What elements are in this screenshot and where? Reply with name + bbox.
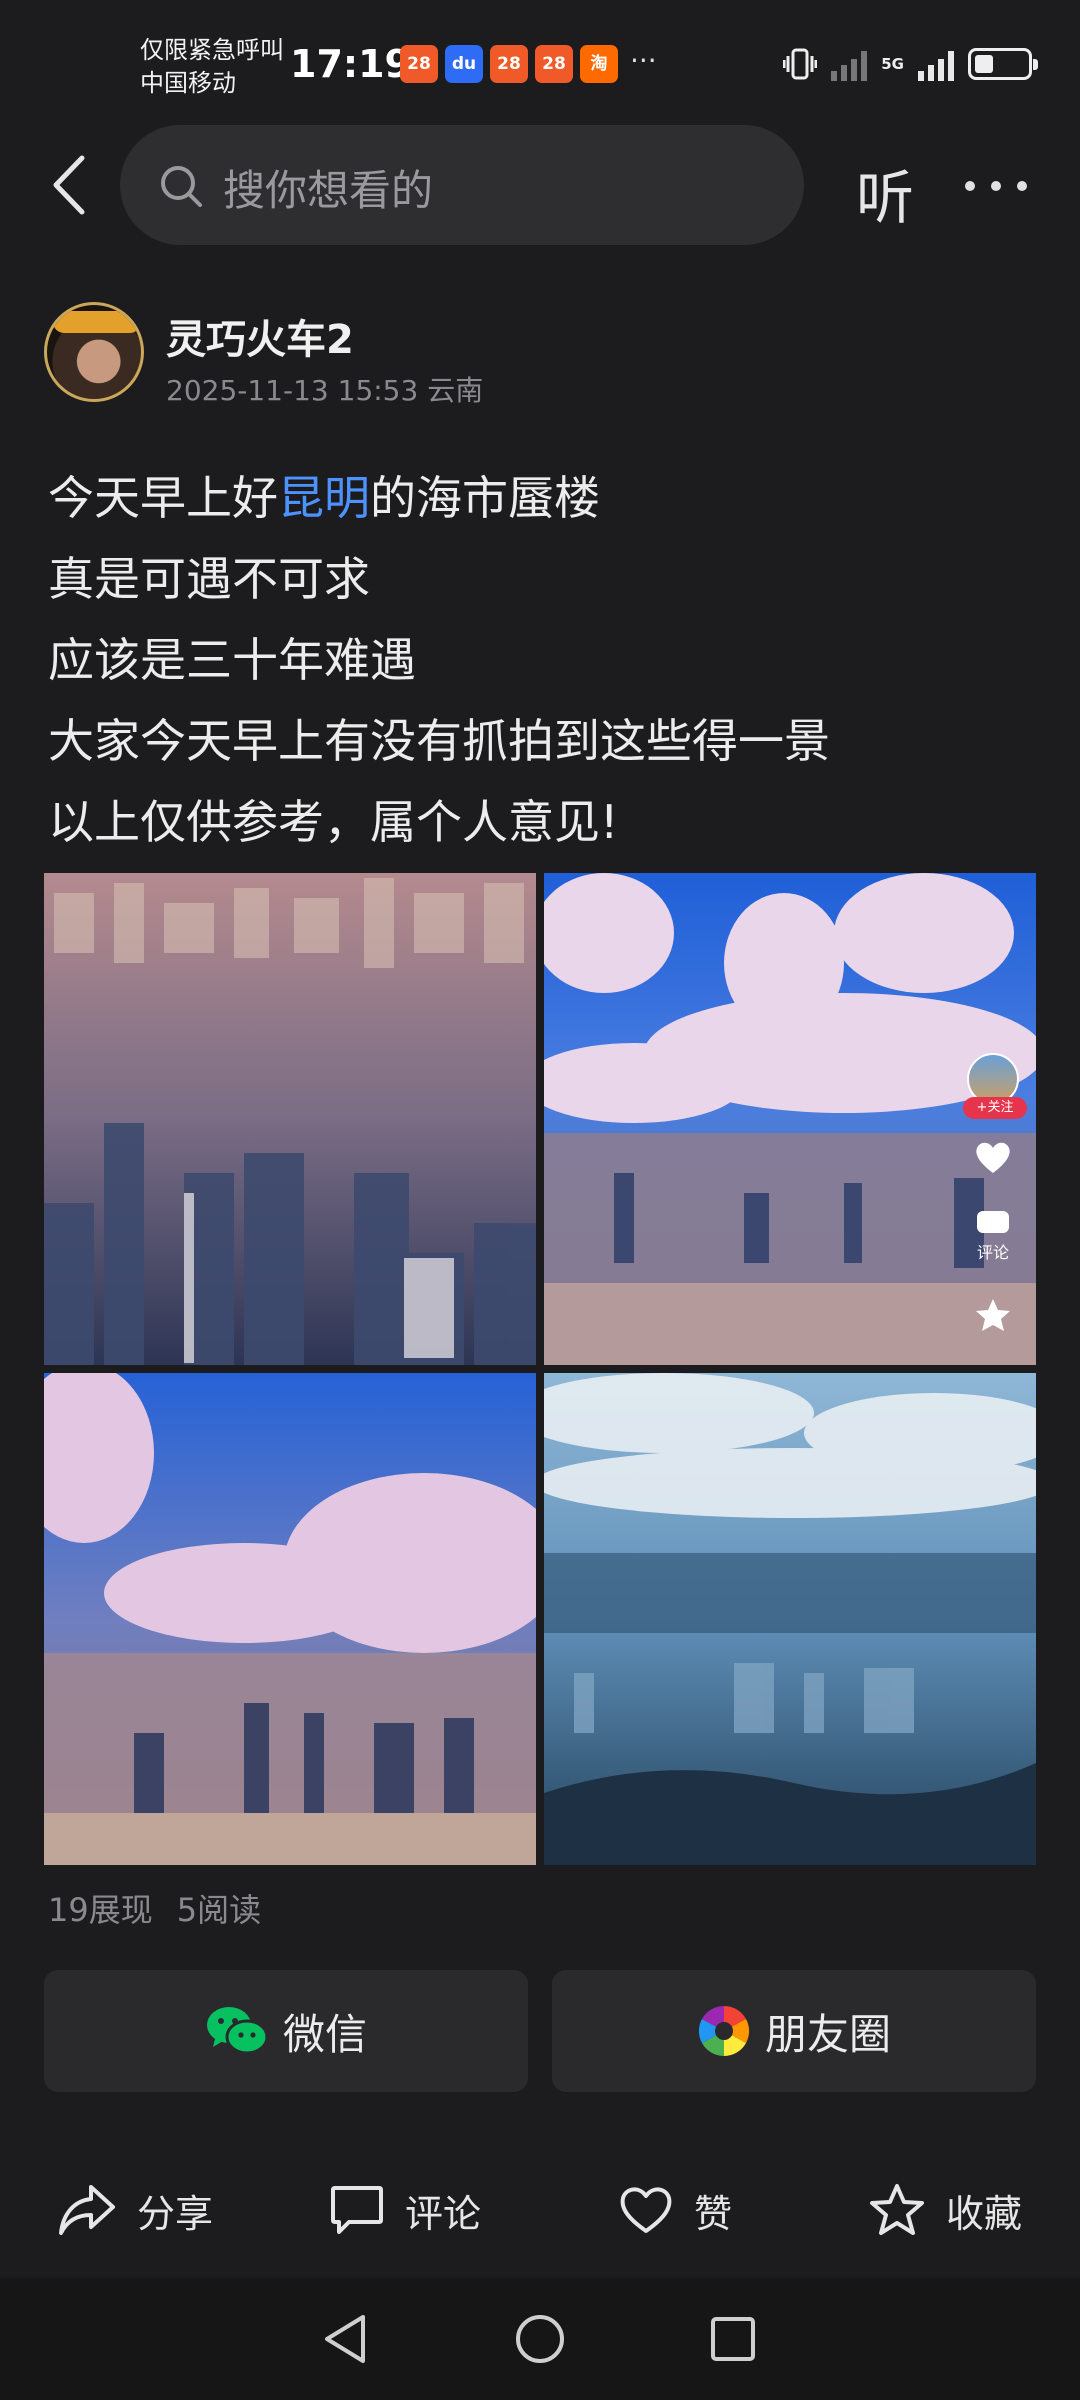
network-type-label: 5G [881, 54, 904, 73]
like-action-button[interactable]: 赞 [540, 2160, 810, 2260]
post-line-4: 大家今天早上有没有抓拍到这些得一景 [48, 714, 830, 768]
signal-sim1-icon [918, 47, 954, 81]
listen-button[interactable]: 听 [856, 151, 914, 235]
post-line-3: 应该是三十年难遇 [48, 633, 416, 687]
share-moments-label: 朋友圈 [764, 2009, 891, 2059]
author-avatar[interactable] [44, 302, 144, 402]
share-wechat-label: 微信 [282, 2009, 367, 2059]
carrier-info: 仅限紧急呼叫 中国移动 [140, 34, 284, 100]
post-line-5: 以上仅供参考，属个人意见! [48, 795, 619, 849]
overlay-avatar: +关注 [963, 1053, 1027, 1119]
post-line-2: 真是可遇不可求 [48, 552, 370, 606]
more-options-button[interactable] [965, 181, 1027, 191]
image-grid: +关注 评论 [44, 873, 1036, 1865]
search-placeholder: 搜你想看的 [223, 166, 434, 215]
overlay-star-icon [976, 1299, 1010, 1331]
post-image-1[interactable] [44, 873, 536, 1365]
status-bar: 仅限紧急呼叫 中国移动 17:19 28 du 28 28 淘 ··· 5G [0, 0, 1080, 120]
share-action-label: 分享 [136, 2191, 213, 2236]
search-icon [161, 166, 202, 207]
carrier-name: 中国移动 [140, 69, 236, 97]
post-content: 今天早上好昆明的海市蜃楼 真是可遇不可求 应该是三十年难遇 大家今天早上有没有抓… [48, 458, 830, 863]
post-meta: 2025-11-13 15:53 云南 [166, 374, 484, 407]
system-navigation-bar [0, 2278, 1080, 2400]
comment-icon [330, 2186, 383, 2234]
post-stats: 19展现 5阅读 [48, 1885, 261, 1931]
impressions-count: 19展现 [48, 1891, 153, 1929]
clock: 17:19 [290, 42, 411, 86]
post-image-3[interactable] [44, 1373, 536, 1865]
top-bar: 搜你想看的 听 [0, 125, 1080, 247]
share-wechat-button[interactable]: 微信 [44, 1970, 528, 2092]
search-bar[interactable]: 搜你想看的 [120, 125, 804, 245]
share-moments-button[interactable]: 朋友圈 [552, 1970, 1036, 2092]
post-image-4[interactable] [544, 1373, 1036, 1865]
battery-icon [968, 48, 1038, 80]
action-bar: 分享 评论 赞 收藏 [0, 2160, 1080, 2260]
back-button[interactable] [44, 150, 98, 220]
overlay-comment-label: 评论 [976, 1243, 1009, 1262]
baidu-notif: du [445, 45, 483, 83]
post-image-2[interactable]: +关注 评论 [544, 873, 1036, 1365]
back-arrow-icon [53, 155, 85, 215]
battery-level [975, 55, 994, 73]
taobao-notif: 淘 [580, 45, 618, 83]
favorite-action-label: 收藏 [945, 2191, 1022, 2236]
post-line-1: 今天早上好昆明的海市蜃楼 [48, 471, 600, 525]
comment-action-label: 评论 [404, 2191, 481, 2236]
app-notif-1: 28 [400, 45, 438, 83]
wechat-icon [206, 2007, 269, 2055]
comment-action-button[interactable]: 评论 [270, 2160, 540, 2260]
more-notifications-icon: ··· [630, 44, 657, 77]
reads-count: 5阅读 [176, 1891, 262, 1929]
video-overlay-ui: +关注 评论 [963, 1053, 1027, 1333]
nav-back-button[interactable] [319, 2311, 375, 2367]
emergency-only-text: 仅限紧急呼叫 [140, 36, 284, 64]
system-indicators: 5G [782, 46, 1038, 82]
share-action-button[interactable]: 分享 [0, 2160, 270, 2260]
overlay-comment-icon [977, 1211, 1009, 1233]
favorite-action-button[interactable]: 收藏 [810, 2160, 1080, 2260]
heart-icon [620, 2187, 672, 2233]
moments-icon [698, 2005, 750, 2056]
star-icon [869, 2184, 924, 2235]
follow-badge: +关注 [963, 1097, 1027, 1119]
app-notif-2: 28 [490, 45, 528, 83]
app-notif-3: 28 [535, 45, 573, 83]
author-name[interactable]: 灵巧火车2 [166, 307, 354, 365]
signal-sim2-icon [831, 47, 868, 81]
overlay-heart-icon [976, 1142, 1010, 1173]
nav-recents-button[interactable] [705, 2311, 761, 2367]
vibrate-icon [782, 46, 818, 82]
location-link[interactable]: 昆明 [278, 471, 370, 525]
nav-home-button[interactable] [512, 2311, 568, 2367]
share-icon [58, 2185, 115, 2235]
like-action-label: 赞 [693, 2191, 732, 2236]
